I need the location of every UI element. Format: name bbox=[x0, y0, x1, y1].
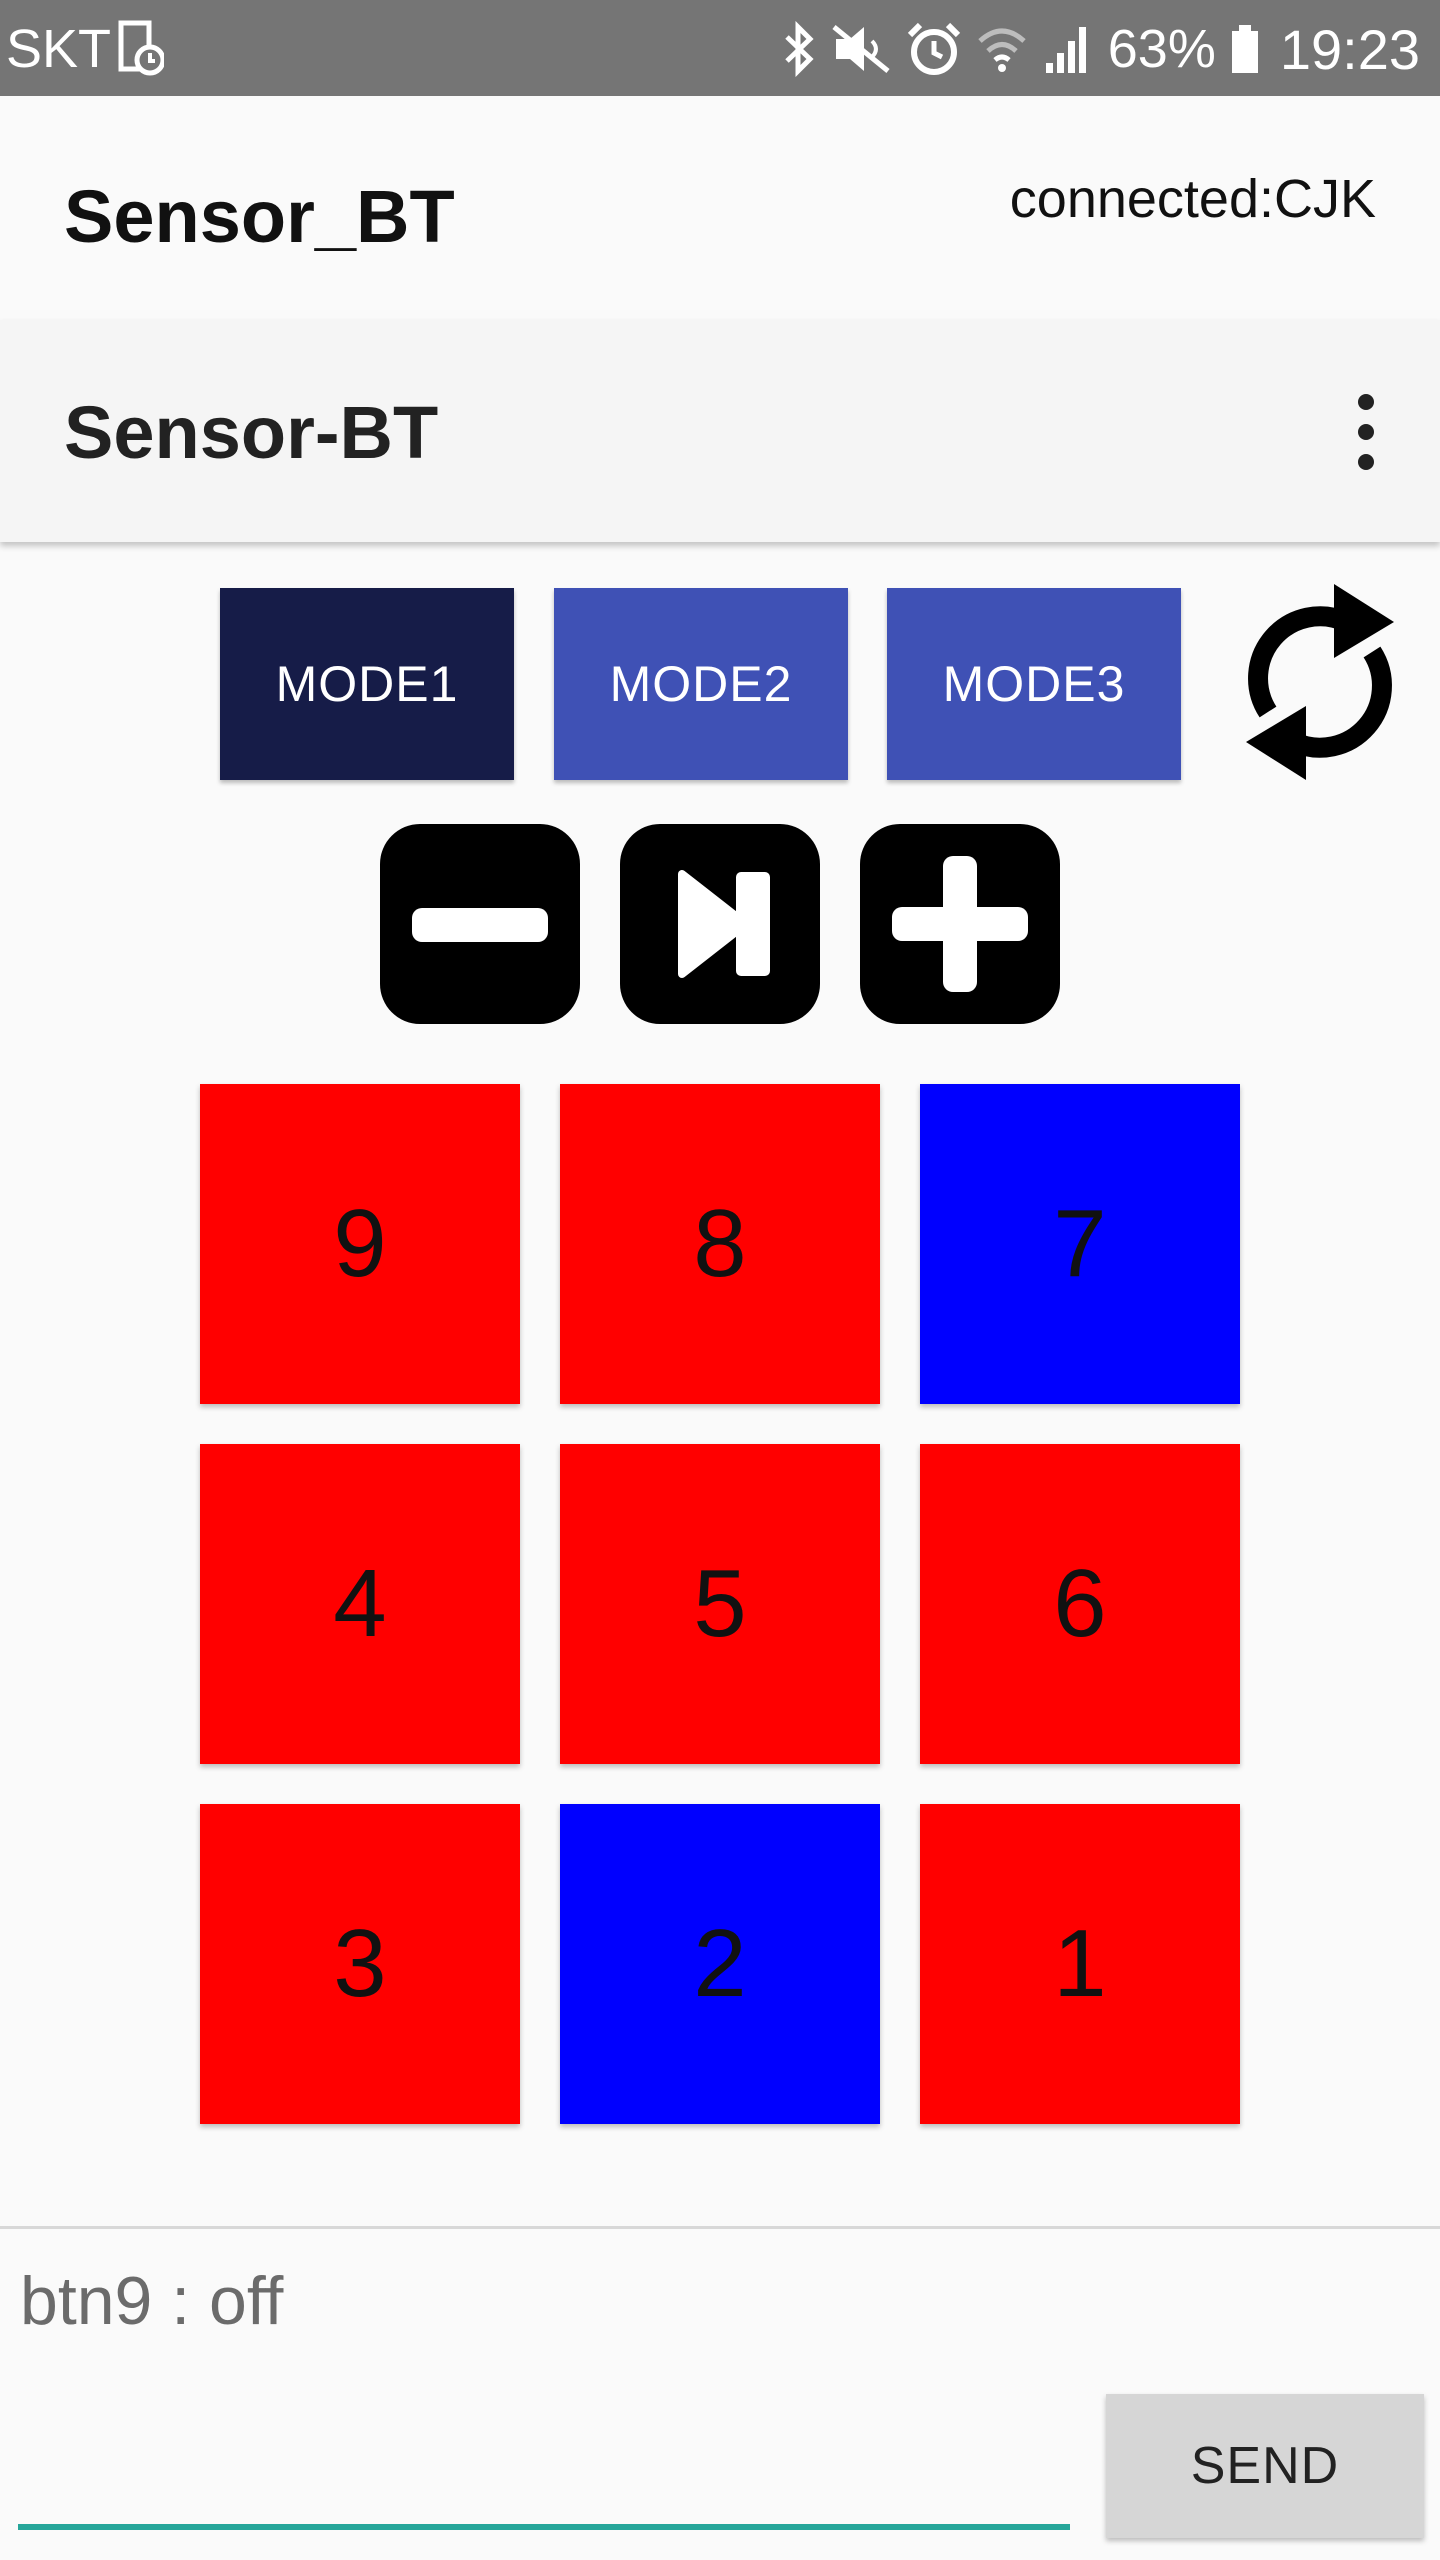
signal-icon bbox=[1045, 27, 1086, 73]
decrease-button[interactable] bbox=[380, 824, 580, 1024]
wifi-icon bbox=[978, 28, 1026, 72]
screen-timer-icon bbox=[118, 20, 164, 76]
mode3-button[interactable]: MODE3 bbox=[887, 588, 1181, 780]
connection-status: connected:CJK bbox=[1009, 169, 1376, 229]
action-bar: Sensor-BT bbox=[0, 320, 1440, 542]
battery-percentage: 63% bbox=[1107, 19, 1216, 79]
plus-icon bbox=[892, 856, 1028, 992]
grid-button-1[interactable]: 1 bbox=[920, 1804, 1240, 2124]
send-button[interactable]: SEND bbox=[1106, 2394, 1424, 2538]
carrier-label: SKT bbox=[6, 19, 112, 79]
bluetooth-icon bbox=[785, 21, 814, 77]
battery-icon bbox=[1231, 25, 1258, 73]
status-bar: SKT 63% 19:23 bbox=[0, 0, 1440, 96]
grid-button-3[interactable]: 3 bbox=[200, 1804, 520, 2124]
refresh-icon[interactable] bbox=[1234, 576, 1406, 788]
grid-button-7[interactable]: 7 bbox=[920, 1084, 1240, 1404]
clock: 19:23 bbox=[1279, 17, 1420, 81]
log-line: btn8 : off bbox=[20, 2125, 284, 2201]
app-title: Sensor_BT bbox=[64, 175, 455, 258]
alarm-icon bbox=[907, 22, 960, 75]
grid-button-8[interactable]: 8 bbox=[560, 1084, 880, 1404]
increase-button[interactable] bbox=[860, 824, 1060, 1024]
mode2-button[interactable]: MODE2 bbox=[554, 588, 848, 780]
grid-button-2[interactable]: 2 bbox=[560, 1804, 880, 2124]
grid-button-4[interactable]: 4 bbox=[200, 1444, 520, 1764]
log-line: btn9 : off bbox=[20, 2263, 284, 2339]
overflow-menu-icon[interactable] bbox=[1340, 392, 1390, 472]
grid-button-6[interactable]: 6 bbox=[920, 1444, 1240, 1764]
skip-next-button[interactable] bbox=[620, 824, 820, 1024]
minus-icon bbox=[412, 908, 548, 942]
grid-button-9[interactable]: 9 bbox=[200, 1084, 520, 1404]
grid-button-5[interactable]: 5 bbox=[560, 1444, 880, 1764]
message-input[interactable] bbox=[18, 2400, 1070, 2530]
mute-icon bbox=[832, 25, 890, 73]
app-header: Sensor_BT connected:CJK bbox=[0, 96, 1440, 320]
toolbar-title: Sensor-BT bbox=[64, 391, 439, 474]
log-divider bbox=[0, 2226, 1440, 2229]
skip-next-icon bbox=[678, 870, 770, 978]
mode1-button[interactable]: MODE1 bbox=[220, 588, 514, 780]
